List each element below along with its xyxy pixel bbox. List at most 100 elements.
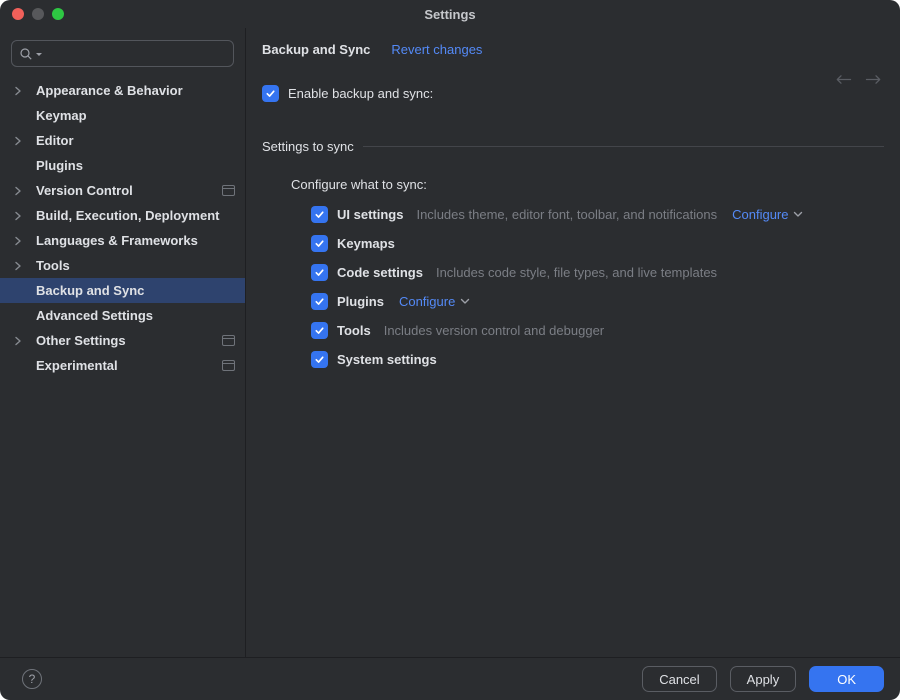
window-title: Settings (424, 7, 475, 22)
sync-items-list: UI settings Includes theme, editor font,… (311, 205, 884, 368)
checkmark-icon (314, 354, 325, 365)
chevron-right-icon[interactable] (14, 135, 36, 147)
sync-item-label: Plugins (337, 294, 384, 309)
question-mark-icon: ? (29, 672, 36, 686)
system-settings-checkbox[interactable] (311, 351, 328, 368)
sidebar-item-label: Backup and Sync (36, 283, 144, 298)
panel-header: Backup and Sync Revert changes (262, 42, 884, 57)
close-window-button[interactable] (12, 8, 24, 20)
ui-settings-checkbox[interactable] (311, 206, 328, 223)
chevron-down-icon (793, 211, 803, 218)
keymaps-checkbox[interactable] (311, 235, 328, 252)
sidebar-item-experimental[interactable]: Experimental (0, 353, 245, 378)
sidebar-item-label: Experimental (36, 358, 118, 373)
checkmark-icon (314, 209, 325, 220)
checkmark-icon (314, 238, 325, 249)
zoom-window-button[interactable] (52, 8, 64, 20)
window-icon (222, 185, 235, 196)
sidebar-item-label: Build, Execution, Deployment (36, 208, 219, 223)
chevron-right-icon[interactable] (14, 235, 36, 247)
sidebar-item-build-execution-deployment[interactable]: Build, Execution, Deployment (0, 203, 245, 228)
sidebar-item-languages-frameworks[interactable]: Languages & Frameworks (0, 228, 245, 253)
sidebar-item-label: Advanced Settings (36, 308, 153, 323)
sync-item-description: Includes theme, editor font, toolbar, an… (416, 207, 717, 222)
sync-item-description: Includes code style, file types, and liv… (436, 265, 717, 280)
sync-row-code-settings: Code settings Includes code style, file … (311, 263, 884, 281)
sidebar-item-other-settings[interactable]: Other Settings (0, 328, 245, 353)
sidebar-item-backup-and-sync[interactable]: Backup and Sync (0, 278, 245, 303)
sidebar-item-label: Editor (36, 133, 74, 148)
tools-checkbox[interactable] (311, 322, 328, 339)
checkmark-icon (314, 267, 325, 278)
sync-item-label: UI settings (337, 207, 403, 222)
sidebar-item-label: Appearance & Behavior (36, 83, 183, 98)
section-title: Settings to sync (262, 139, 354, 154)
configure-what-to-sync-label: Configure what to sync: (291, 177, 884, 192)
code-settings-checkbox[interactable] (311, 264, 328, 281)
apply-button[interactable]: Apply (730, 666, 797, 692)
settings-window: Settings Appearance & Behavior K (0, 0, 900, 700)
history-navigation (835, 74, 882, 85)
sync-item-label: Tools (337, 323, 371, 338)
sync-item-label: System settings (337, 352, 437, 367)
sidebar-item-label: Languages & Frameworks (36, 233, 198, 248)
forward-arrow-icon[interactable] (865, 74, 882, 85)
ui-settings-configure-dropdown[interactable]: Configure (732, 207, 803, 222)
sidebar-item-label: Plugins (36, 158, 83, 173)
ok-button[interactable]: OK (809, 666, 884, 692)
checkmark-icon (314, 325, 325, 336)
sync-row-system-settings: System settings (311, 350, 884, 368)
settings-sidebar: Appearance & Behavior Keymap Editor Plug… (0, 28, 246, 657)
chevron-right-icon[interactable] (14, 260, 36, 272)
sidebar-item-label: Other Settings (36, 333, 126, 348)
help-button[interactable]: ? (22, 669, 42, 689)
enable-backup-label: Enable backup and sync: (288, 86, 433, 101)
dialog-footer: ? Cancel Apply OK (0, 657, 900, 700)
sync-item-description: Includes version control and debugger (384, 323, 604, 338)
chevron-down-icon (460, 298, 470, 305)
sidebar-item-version-control[interactable]: Version Control (0, 178, 245, 203)
window-icon (222, 335, 235, 346)
sync-row-tools: Tools Includes version control and debug… (311, 321, 884, 339)
minimize-window-button[interactable] (32, 8, 44, 20)
chevron-right-icon[interactable] (14, 185, 36, 197)
footer-buttons: Cancel Apply OK (642, 666, 884, 692)
sync-row-plugins: Plugins Configure (311, 292, 884, 310)
chevron-right-icon[interactable] (14, 85, 36, 97)
sidebar-item-label: Version Control (36, 183, 133, 198)
backup-and-sync-panel: Backup and Sync Revert changes Enable ba… (246, 28, 900, 657)
cancel-button[interactable]: Cancel (642, 666, 716, 692)
sync-item-label: Keymaps (337, 236, 395, 251)
titlebar: Settings (0, 0, 900, 28)
chevron-right-icon[interactable] (14, 210, 36, 222)
plugins-configure-dropdown[interactable]: Configure (399, 294, 470, 309)
enable-backup-row: Enable backup and sync: (262, 85, 884, 102)
sidebar-item-advanced-settings[interactable]: Advanced Settings (0, 303, 245, 328)
search-box[interactable] (11, 40, 234, 67)
plugins-checkbox[interactable] (311, 293, 328, 310)
sidebar-item-label: Tools (36, 258, 70, 273)
sidebar-item-appearance-behavior[interactable]: Appearance & Behavior (0, 78, 245, 103)
settings-tree: Appearance & Behavior Keymap Editor Plug… (0, 78, 245, 378)
window-icon (222, 360, 235, 371)
sidebar-item-plugins[interactable]: Plugins (0, 153, 245, 178)
checkmark-icon (314, 296, 325, 307)
traffic-lights (12, 8, 64, 20)
search-input[interactable] (45, 45, 226, 62)
sidebar-item-keymap[interactable]: Keymap (0, 103, 245, 128)
sidebar-item-label: Keymap (36, 108, 87, 123)
sidebar-item-editor[interactable]: Editor (0, 128, 245, 153)
back-arrow-icon[interactable] (835, 74, 852, 85)
enable-backup-checkbox[interactable] (262, 85, 279, 102)
page-title: Backup and Sync (262, 42, 370, 57)
revert-changes-link[interactable]: Revert changes (391, 42, 482, 57)
sync-item-label: Code settings (337, 265, 423, 280)
search-options-caret-icon[interactable] (36, 53, 42, 56)
sync-row-ui-settings: UI settings Includes theme, editor font,… (311, 205, 884, 223)
section-divider (363, 146, 884, 147)
settings-to-sync-section-header: Settings to sync (262, 139, 884, 154)
sidebar-item-tools[interactable]: Tools (0, 253, 245, 278)
chevron-right-icon[interactable] (14, 335, 36, 347)
checkmark-icon (265, 88, 276, 99)
sync-row-keymaps: Keymaps (311, 234, 884, 252)
